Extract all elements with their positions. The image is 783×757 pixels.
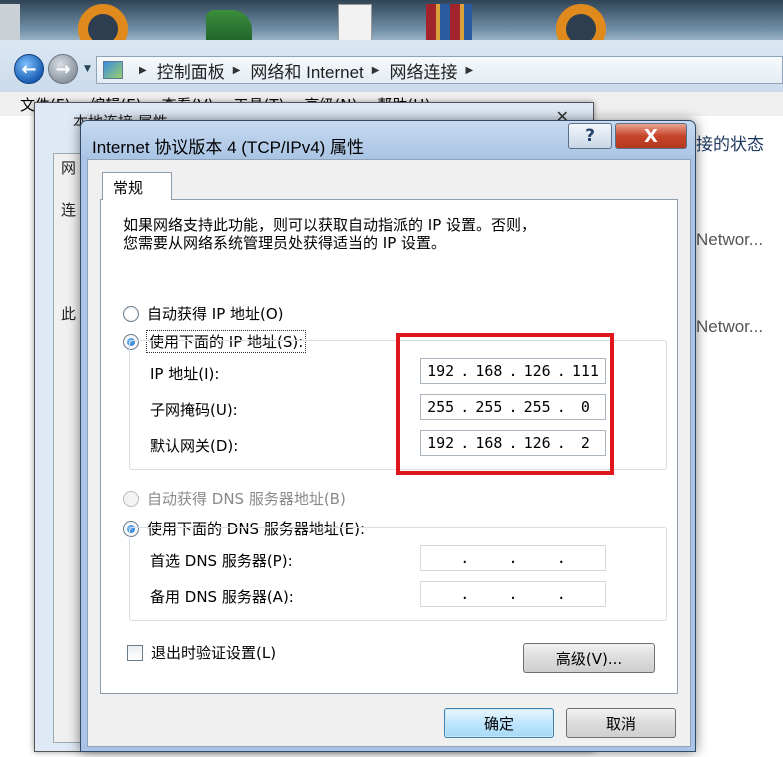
description-line: 如果网络支持此功能，则可以获取自动指派的 IP 设置。否则， [123,216,537,234]
text-fragment: 此 [61,305,77,323]
chevron-right-icon[interactable]: ▶ [372,65,380,76]
checkbox-box [127,644,143,661]
forward-arrow-icon[interactable]: → [48,54,78,84]
status-heading: 接的状态 [696,135,764,155]
validate-on-exit-label: 退出时验证设置(L) [151,644,277,662]
connection-item[interactable]: Networ... [696,317,763,337]
desktop-icon [206,10,252,44]
address-bar[interactable]: ▶ 控制面板 ▶ 网络和 Internet ▶ 网络连接 ▶ [96,56,783,84]
text-fragment: 连 [61,201,77,219]
close-icon: X [644,125,658,147]
connection-item[interactable]: Networ... [696,230,763,250]
auto-ip-label: 自动获得 IP 地址(O) [147,305,284,323]
chevron-right-icon[interactable]: ▶ [233,65,241,76]
validate-on-exit-checkbox[interactable]: 退出时验证设置(L) [127,642,276,663]
tab-general[interactable]: 常规 [102,172,172,200]
desktop-icon [426,4,472,44]
gateway-label: 默认网关(D): [150,437,239,455]
description: 如果网络支持此功能，则可以获取自动指派的 IP 设置。否则， 您需要从网络系统管… [123,216,663,252]
close-button[interactable]: X [615,123,687,149]
breadcrumb-network-connections[interactable]: 网络连接 [389,58,457,83]
preferred-dns-label: 首选 DNS 服务器(P): [150,552,293,570]
radio-dot [123,490,139,507]
cancel-button[interactable]: 取消 [566,708,676,738]
highlight-annotation-box [396,333,614,475]
breadcrumb-network-internet[interactable]: 网络和 Internet [250,58,363,83]
alternate-dns-input[interactable]: ... [420,581,606,607]
desktop-icon [338,4,372,44]
auto-dns-label: 自动获得 DNS 服务器地址(B) [147,490,346,508]
help-icon: ? [585,126,595,146]
preferred-dns-input[interactable]: ... [420,545,606,571]
description-line: 您需要从网络系统管理员处获得适当的 IP 设置。 [123,234,447,252]
back-arrow-icon[interactable]: ← [14,54,44,84]
help-button[interactable]: ? [568,123,612,149]
auto-dns-radio[interactable]: 自动获得 DNS 服务器地址(B) [123,488,346,509]
chevron-right-icon[interactable]: ▶ [465,65,473,76]
advanced-button[interactable]: 高级(V)... [523,643,655,673]
navigation-bar: ← → ▼ ▶ 控制面板 ▶ 网络和 Internet ▶ 网络连接 ▶ [0,48,783,92]
breadcrumb-control-panel[interactable]: 控制面板 [157,58,225,83]
dialog-title: Internet 协议版本 4 (TCP/IPv4) 属性 [92,138,365,157]
radio-dot [123,305,139,322]
subnet-mask-label: 子网掩码(U): [150,401,238,419]
auto-ip-radio[interactable]: 自动获得 IP 地址(O) [123,303,284,324]
alternate-dns-label: 备用 DNS 服务器(A): [150,588,294,606]
chevron-right-icon[interactable]: ▶ [139,65,147,76]
ok-button[interactable]: 确定 [444,708,554,738]
dns-settings-group: 首选 DNS 服务器(P): ... 备用 DNS 服务器(A): ... [129,527,667,621]
network-folder-icon [103,61,123,79]
ip-address-label: IP 地址(I): [150,365,220,383]
chevron-down-icon[interactable]: ▼ [84,64,91,74]
text-fragment: 网 [61,159,77,177]
